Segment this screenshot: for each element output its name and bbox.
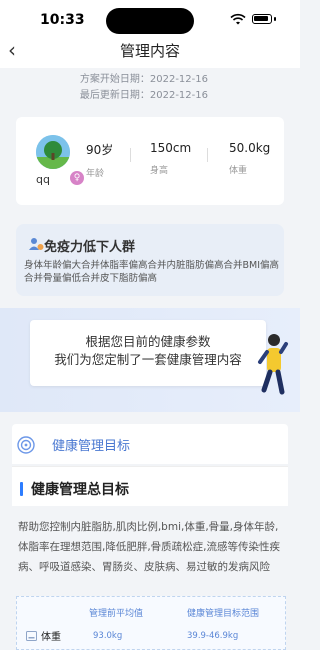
goal-targets-table: 管理前平均值 健康管理目标范围 体重 93.0kg 39.9-46.9kg [16, 596, 286, 650]
weight-value: 50.0kg [229, 141, 271, 155]
plan-dates: 方案开始日期：2022-12-16 最后更新日期：2022-12-16 [0, 72, 300, 104]
table-header-target: 健康管理目标范围 [187, 609, 260, 619]
battery-tip [274, 17, 276, 21]
weight-scale-icon [26, 631, 37, 641]
profile-card: qq ♀ 90岁 年龄 150cm 身高 50.0kg 体重 [16, 117, 284, 205]
status-time: 10:33 [40, 12, 85, 28]
height-stat: 150cm 身高 [150, 141, 191, 176]
person-badge-icon [29, 238, 44, 250]
avatar[interactable] [36, 135, 70, 169]
table-row-name: 体重 [41, 632, 61, 643]
username: qq [36, 173, 50, 186]
health-goals-header: 健康管理目标 [12, 424, 288, 464]
age-stat: 90岁 年龄 [86, 141, 113, 179]
stat-divider [130, 148, 131, 162]
status-icons [230, 13, 276, 25]
status-bar: 10:33 [0, 0, 300, 36]
banner-line-1: 根据您目前的健康参数 [85, 334, 211, 349]
banner-message-box: 根据您目前的健康参数 我们为您定制了一套健康管理内容 [30, 320, 266, 386]
health-goals-title: 健康管理目标 [52, 439, 131, 454]
plan-start-date: 方案开始日期：2022-12-16 [79, 74, 208, 85]
table-row-before-value: 93.0kg [93, 631, 123, 641]
target-icon [17, 436, 35, 454]
immune-title: 免疫力低下人群 [44, 240, 136, 255]
camera-notch [106, 8, 194, 34]
overall-goal-description: 帮助您控制内脏脂肪,肌肉比例,bmi,体重,骨量,身体年龄,体脂率在理想范围,降… [18, 521, 281, 573]
height-value: 150cm [150, 141, 192, 155]
age-label: 年龄 [86, 169, 105, 179]
height-label: 身高 [150, 166, 169, 176]
weight-stat: 50.0kg 体重 [229, 141, 270, 176]
stat-divider [207, 148, 208, 162]
female-gender-icon: ♀ [70, 171, 84, 185]
last-updated-date: 最后更新日期：2022-12-16 [79, 90, 208, 101]
table-header-before: 管理前平均值 [89, 609, 144, 619]
overall-goal-heading: 健康管理总目标 [12, 466, 288, 506]
person-illustration [258, 334, 288, 395]
section-accent-bar [20, 482, 23, 496]
immune-description: 身体年龄偏大合并体脂率偏高合并内脏脂肪偏高合并BMI偏高合并骨量偏低合并皮下脂肪… [24, 260, 280, 284]
navigation-bar: ‹ 管理内容 [0, 36, 300, 68]
battery-icon [252, 14, 272, 24]
table-row-target-value: 39.9-46.9kg [187, 631, 239, 641]
tree-avatar-image [36, 135, 70, 169]
overall-goal-title: 健康管理总目标 [31, 482, 129, 498]
age-value: 90岁 [86, 143, 114, 157]
weight-label: 体重 [229, 166, 248, 176]
banner-line-2: 我们为您定制了一套健康管理内容 [54, 352, 242, 367]
page-title: 管理内容 [119, 42, 180, 60]
immune-status-card: 免疫力低下人群 身体年龄偏大合并体脂率偏高合并内脏脂肪偏高合并BMI偏高合并骨量… [16, 224, 284, 296]
wifi-icon [230, 13, 246, 25]
